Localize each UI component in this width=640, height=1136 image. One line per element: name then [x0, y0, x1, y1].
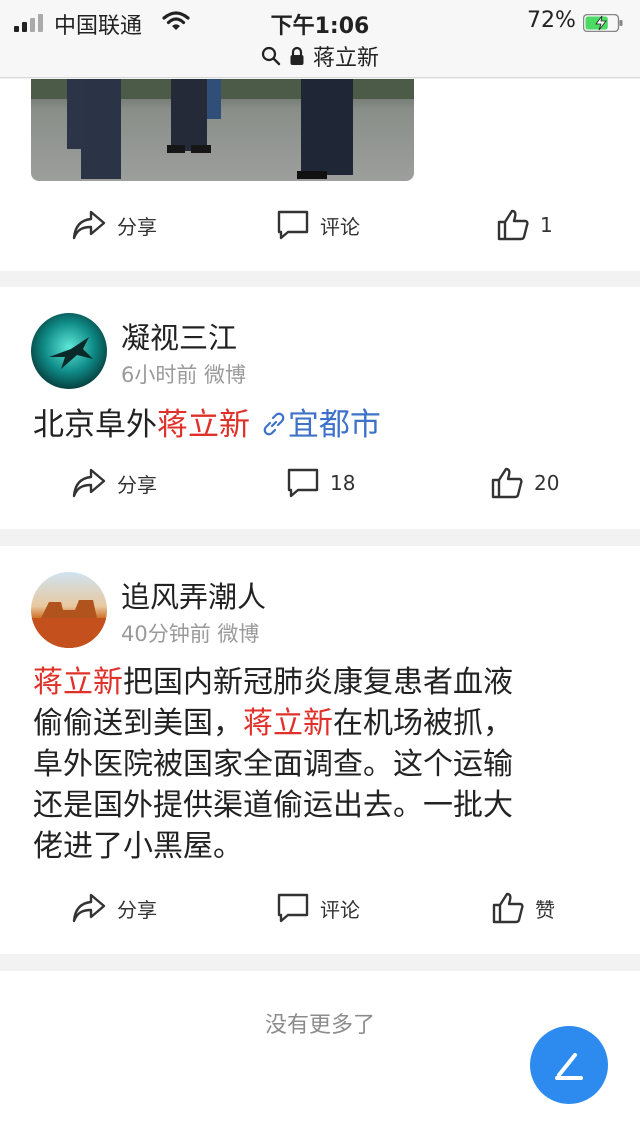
share-icon [72, 893, 106, 923]
share-label: 分享 [117, 897, 157, 922]
post-card-2: 凝视三江 6小时前 微博 北京阜外蒋立新 宜都市 分享 18 20 [0, 287, 640, 529]
text-segment: 佬进了小黑屋。 [33, 829, 243, 864]
avatar[interactable] [31, 313, 107, 389]
like-icon [492, 892, 524, 924]
highlight-keyword[interactable]: 蒋立新 [243, 706, 333, 741]
post-photo[interactable] [31, 79, 414, 181]
location-link[interactable]: 宜都市 [288, 407, 381, 443]
compose-icon [555, 1053, 583, 1080]
like-icon [491, 467, 523, 499]
like-button[interactable]: 20 [490, 453, 559, 513]
text-segment: 把国内新冠肺炎康复患者血液 [123, 665, 513, 700]
share-label: 分享 [117, 472, 157, 497]
share-icon [72, 210, 106, 240]
comment-button[interactable]: 评论 [276, 195, 360, 255]
status-bar: 中国联通 下午1:06 72% 蒋立新 [0, 0, 640, 78]
share-icon [72, 468, 106, 498]
avatar[interactable] [31, 572, 107, 648]
text-segment: 偷偷送到美国， [33, 706, 243, 741]
highlight-keyword[interactable]: 蒋立新 [33, 665, 123, 700]
comment-button[interactable]: 评论 [276, 878, 360, 938]
comment-button[interactable]: 18 [286, 453, 355, 513]
like-icon [497, 209, 529, 241]
post-card-3: 追风弄潮人 40分钟前 微博 蒋立新把国内新冠肺炎康复患者血液 偷偷送到美国，蒋… [0, 546, 640, 954]
compose-button[interactable] [530, 1026, 608, 1104]
post-meta: 40分钟前 微博 [121, 622, 260, 646]
like-count: 20 [534, 471, 560, 495]
text-segment: 在机场被抓， [333, 706, 513, 741]
highlight-keyword[interactable]: 蒋立新 [157, 407, 250, 443]
lock-icon [290, 46, 304, 65]
text-segment: 阜外医院被国家全面调查。这个运输 [33, 747, 513, 782]
share-button[interactable]: 分享 [71, 878, 157, 938]
comment-count: 18 [330, 471, 356, 495]
username[interactable]: 凝视三江 [121, 315, 237, 357]
comment-icon [277, 893, 309, 923]
text-segment: 还是国外提供渠道偷运出去。一批大 [33, 788, 513, 823]
post-meta: 6小时前 微博 [121, 363, 247, 387]
like-button[interactable]: 赞 [491, 878, 555, 938]
post-actions: 分享 评论 1 [0, 195, 640, 255]
share-button[interactable]: 分享 [71, 453, 157, 513]
address-bar[interactable]: 蒋立新 [261, 40, 379, 72]
post-actions: 分享 评论 赞 [0, 878, 640, 938]
post-card-1: 分享 评论 1 [0, 79, 640, 271]
search-icon [261, 46, 281, 66]
post-text: 北京阜外蒋立新 宜都市 [33, 403, 613, 447]
battery-icon [583, 14, 623, 32]
address-text: 蒋立新 [312, 46, 379, 71]
link-icon [263, 412, 285, 436]
username[interactable]: 追风弄潮人 [121, 574, 266, 616]
battery-percent: 72% [527, 8, 576, 33]
comment-icon [277, 210, 309, 240]
like-label: 赞 [535, 897, 555, 922]
like-count: 1 [540, 213, 553, 237]
comment-icon [287, 468, 319, 498]
comment-label: 评论 [320, 214, 360, 239]
comment-label: 评论 [320, 897, 360, 922]
text-segment: 北京阜外 [33, 407, 157, 443]
post-text: 蒋立新把国内新冠肺炎康复患者血液 偷偷送到美国，蒋立新在机场被抓， 阜外医院被国… [33, 662, 613, 867]
like-button[interactable]: 1 [496, 195, 553, 255]
share-button[interactable]: 分享 [71, 195, 157, 255]
share-label: 分享 [117, 214, 157, 239]
post-actions: 分享 18 20 [0, 453, 640, 513]
